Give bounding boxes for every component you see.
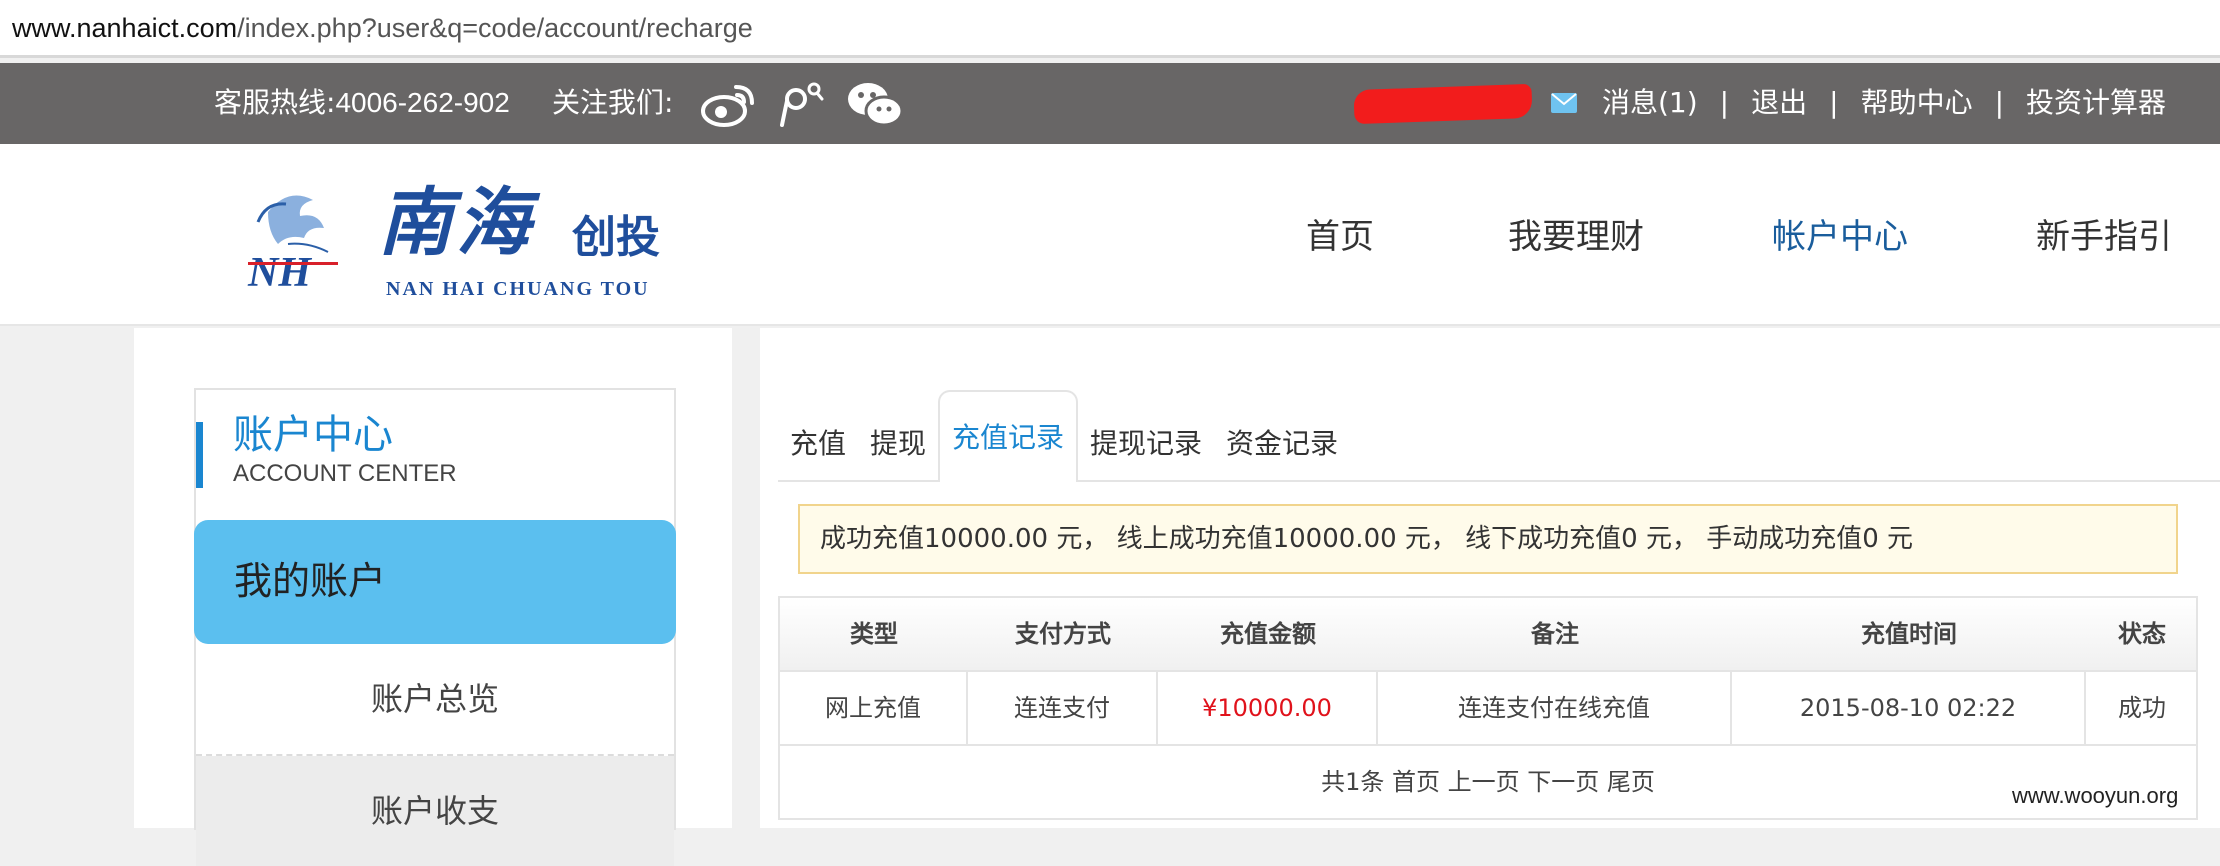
table-header: 类型 支付方式 充值金额 备注 充值时间 状态 [780, 598, 2196, 672]
tab-recharge[interactable]: 充值 [790, 416, 846, 472]
separator: | [1994, 86, 2005, 119]
column-header-payment-method: 支付方式 [1015, 620, 1111, 648]
hotline-label: 客服热线: [214, 86, 336, 119]
redacted-username [1353, 83, 1533, 125]
investment-calculator-link[interactable]: 投资计算器 [2026, 86, 2166, 119]
url-host: www.nanhaict.com [12, 13, 238, 43]
url-text[interactable]: www.nanhaict.com/index.php?user&q=code/a… [12, 12, 753, 44]
tab-withdraw[interactable]: 提现 [870, 416, 926, 472]
recharge-summary: 成功充值10000.00 元， 线上成功充值10000.00 元， 线下成功充值… [798, 504, 2178, 574]
cell-status: 成功 [2118, 694, 2166, 722]
nav-account-center[interactable]: 帐户中心 [1772, 216, 1908, 258]
weibo-icon[interactable] [700, 79, 758, 129]
main-content: 充值 提现 充值记录 提现记录 资金记录 成功充值10000.00 元， 线上成… [760, 328, 2220, 828]
logo-english-name: NAN HAI CHUANG TOU [386, 278, 650, 300]
nav-invest[interactable]: 我要理财 [1508, 216, 1644, 258]
sidebar-item-account-overview[interactable]: 账户总览 [196, 644, 674, 756]
cell-amount: ¥10000.00 [1158, 672, 1378, 744]
cell-remark: 连连支付在线充值 [1378, 672, 1732, 744]
pagination[interactable]: 共1条 首页 上一页 下一页 尾页 [780, 746, 2196, 818]
sidebar-title-accent [196, 422, 203, 488]
logo-chinese-name: 南海 [378, 180, 534, 266]
tab-fund-records[interactable]: 资金记录 [1226, 416, 1338, 472]
logo-chinese-suffix: 创投 [572, 212, 660, 263]
column-header-type: 类型 [850, 620, 898, 648]
hotline-number: 4006-262-902 [335, 87, 510, 118]
site-logo[interactable]: NH 南海 创投 NAN HAI CHUANG TOU [238, 166, 688, 306]
column-header-amount: 充值金额 [1220, 620, 1316, 648]
cell-type: 网上充值 [780, 672, 968, 744]
messages-link[interactable]: 消息(1) [1602, 86, 1698, 119]
column-header-status: 状态 [2118, 620, 2166, 648]
nav-home[interactable]: 首页 [1306, 216, 1374, 258]
table-row: 网上充值 连连支付 ¥10000.00 连连支付在线充值 2015-08-10 … [780, 672, 2196, 746]
top-links: 消息(1) | 退出 | 帮助中心 | 投资计算器 [1602, 86, 2166, 120]
help-center-link[interactable]: 帮助中心 [1861, 86, 1973, 119]
dragon-logo-icon: NH [247, 195, 338, 292]
svg-text:NH: NH [247, 250, 312, 292]
sidebar-title: 账户中心 [233, 412, 393, 458]
column-header-time: 充值时间 [1861, 620, 1957, 648]
sidebar-subtitle: ACCOUNT CENTER [233, 460, 457, 487]
sidebar-section-label: 我的账户 [234, 559, 387, 603]
hotline: 客服热线:4006-262-902 [214, 86, 510, 120]
recharge-records-table: 类型 支付方式 充值金额 备注 充值时间 状态 网上充值 连连支付 ¥10000… [778, 596, 2198, 820]
wechat-icon[interactable] [846, 79, 904, 129]
mail-icon[interactable] [1551, 93, 1577, 117]
tab-withdraw-records[interactable]: 提现记录 [1090, 416, 1202, 472]
sidebar-item-account-income-expense[interactable]: 账户收支 [196, 756, 674, 866]
tab-recharge-records[interactable]: 充值记录 [938, 390, 1079, 482]
browser-url-bar[interactable]: www.nanhaict.com/index.php?user&q=code/a… [0, 0, 2220, 58]
separator: | [1829, 86, 1839, 119]
follow-label: 关注我们: [552, 86, 674, 119]
cell-time: 2015-08-10 02:22 [1732, 672, 2086, 744]
url-path: /index.php?user&q=code/account/recharge [237, 13, 753, 43]
cell-payment-method: 连连支付 [968, 672, 1158, 744]
column-header-remark: 备注 [1531, 620, 1579, 648]
site-header: NH 南海 创投 NAN HAI CHUANG TOU 首页 我要理财 帐户中心… [0, 144, 2220, 326]
tencent-weibo-icon[interactable] [776, 79, 826, 129]
top-bar: 客服热线:4006-262-902 关注我们: 消息(1) | 退出 | 帮助中… [0, 63, 2220, 144]
logout-link[interactable]: 退出 [1751, 86, 1807, 119]
separator: | [1719, 86, 1730, 119]
sidebar: 账户中心 ACCOUNT CENTER 我的账户 账户总览 账户收支 [194, 388, 676, 866]
nav-beginner-guide[interactable]: 新手指引 [2036, 216, 2172, 258]
sidebar-section-my-account[interactable]: 我的账户 [194, 520, 676, 644]
watermark: www.wooyun.org [2012, 783, 2179, 808]
